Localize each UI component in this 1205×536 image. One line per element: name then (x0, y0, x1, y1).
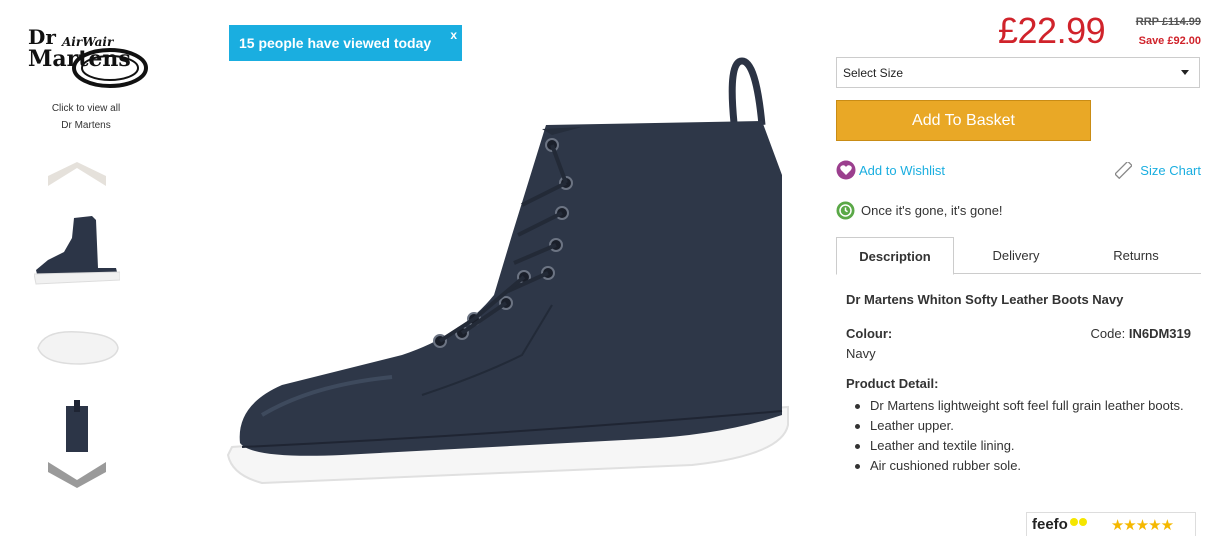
star-rating-icon: ★★★★★ (1110, 516, 1174, 534)
thumbnail-back-view[interactable] (34, 398, 120, 452)
thumbnail-side-view[interactable] (33, 208, 121, 288)
product-code: Code: IN6DM319 (1091, 326, 1191, 341)
wishlist-label: Add to Wishlist (859, 162, 945, 178)
viewed-today-banner: 15 people have viewed today x (229, 25, 462, 61)
tab-returns[interactable]: Returns (1076, 237, 1196, 274)
stock-warning: Once it's gone, it's gone! (836, 200, 1003, 220)
view-all-brand-link[interactable]: Click to view all Dr Martens (30, 100, 142, 134)
savings-amount: Save £92.00 (1138, 35, 1201, 47)
product-code-label: Code: (1090, 326, 1126, 341)
list-item: Leather upper. (855, 416, 1190, 436)
list-item: Leather and textile lining. (855, 436, 1190, 456)
product-title: Dr Martens Whiton Softy Leather Boots Na… (846, 292, 1124, 307)
close-icon[interactable]: x (450, 28, 457, 42)
add-to-wishlist-link[interactable]: Add to Wishlist (836, 160, 945, 180)
feefo-eyes-icon (1069, 517, 1087, 526)
size-select-value: Select Size (843, 66, 904, 80)
tab-description[interactable]: Description (836, 237, 954, 275)
add-to-basket-button[interactable]: Add To Basket (836, 100, 1091, 141)
product-code-value: IN6DM319 (1128, 326, 1191, 341)
colour-value: Navy (846, 346, 876, 361)
chevron-down-icon (1181, 70, 1189, 75)
svg-text:Martens: Martens (28, 46, 131, 72)
list-item: Dr Martens lightweight soft feel full gr… (855, 396, 1190, 416)
view-all-line-2: Dr Martens (61, 120, 111, 131)
size-chart-label: Size Chart (1140, 162, 1201, 178)
feefo-logo: feefo (1032, 516, 1068, 533)
main-product-image[interactable] (222, 55, 802, 536)
current-price: £22.99 (998, 10, 1106, 51)
size-chart-link[interactable]: Size Chart (1115, 160, 1201, 180)
heart-icon (836, 160, 856, 180)
ruler-icon (1115, 161, 1133, 179)
brand-logo[interactable]: Dr AirWair Martens (26, 24, 150, 94)
thumbnail-scroll-up-icon[interactable] (48, 162, 106, 186)
thumbnail-sole-view[interactable] (34, 318, 120, 374)
clock-icon (836, 201, 855, 219)
tab-delivery[interactable]: Delivery (956, 237, 1076, 274)
rrp-price: RRP £114.99 (1135, 16, 1201, 28)
size-select[interactable]: Select Size (836, 57, 1200, 88)
feefo-rating-badge[interactable]: feefo ★★★★★ (1026, 512, 1196, 536)
view-all-line-1: Click to view all (51, 103, 121, 114)
product-detail-list: Dr Martens lightweight soft feel full gr… (855, 396, 1190, 476)
colour-label: Colour: (846, 326, 893, 341)
list-item: Air cushioned rubber sole. (855, 456, 1190, 476)
product-info-tabs: Description Delivery Returns (836, 237, 1201, 275)
viewed-today-text: 15 people have viewed today (239, 35, 432, 51)
thumbnail-scroll-down-icon[interactable] (48, 462, 106, 488)
stock-warning-text: Once it's gone, it's gone! (861, 202, 1003, 218)
product-detail-label: Product Detail: (846, 376, 939, 391)
